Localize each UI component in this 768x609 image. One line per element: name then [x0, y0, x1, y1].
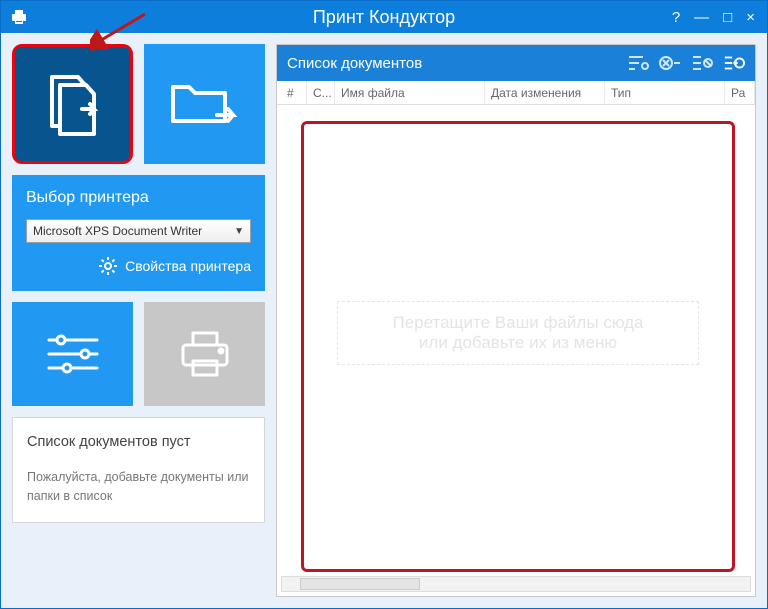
status-title: Список документов пуст — [27, 434, 250, 450]
printer-properties-link[interactable]: Свойства принтера — [26, 257, 251, 275]
gear-icon — [99, 257, 117, 275]
status-panel: Список документов пуст Пожалуйста, добав… — [12, 417, 265, 523]
document-list-header: Список документов — [277, 45, 755, 81]
printer-properties-label: Свойства принтера — [125, 258, 251, 274]
app-window: Принт Кондуктор ? — □ × — [0, 0, 768, 609]
col-size[interactable]: Ра — [725, 81, 755, 104]
printer-panel: Выбор принтера Microsoft XPS Document Wr… — [12, 175, 265, 291]
horizontal-scrollbar[interactable] — [281, 576, 751, 592]
drop-hint-line1: Перетащите Ваши файлы сюда — [392, 313, 643, 333]
printer-selected-value: Microsoft XPS Document Writer — [33, 224, 202, 238]
col-number[interactable]: # — [281, 81, 307, 104]
add-folder-tile[interactable] — [144, 44, 265, 164]
remove-all-icon[interactable] — [691, 52, 713, 74]
drop-hint-line2: или добавьте их из меню — [419, 333, 617, 353]
printer-heading: Выбор принтера — [26, 189, 251, 207]
secondary-tiles — [12, 302, 265, 406]
col-type[interactable]: Тип — [605, 81, 725, 104]
window-controls: ? — □ × — [672, 9, 767, 26]
col-date[interactable]: Дата изменения — [485, 81, 605, 104]
main-tiles — [12, 44, 265, 164]
help-button[interactable]: ? — [672, 9, 680, 26]
document-drop-area[interactable]: Перетащите Ваши файлы сюда или добавьте … — [277, 105, 755, 596]
col-status[interactable]: С... — [307, 81, 335, 104]
chevron-down-icon: ▼ — [234, 226, 244, 237]
document-list-panel: Список документов — [276, 44, 756, 597]
left-panel: Выбор принтера Microsoft XPS Document Wr… — [1, 33, 276, 608]
window-title: Принт Кондуктор — [313, 7, 455, 28]
document-list-title: Список документов — [287, 55, 422, 72]
filter-icon[interactable] — [627, 52, 649, 74]
close-button[interactable]: × — [746, 9, 755, 26]
printer-select[interactable]: Microsoft XPS Document Writer ▼ — [26, 219, 251, 243]
scrollbar-thumb[interactable] — [300, 578, 420, 590]
maximize-button[interactable]: □ — [723, 9, 732, 26]
status-body: Пожалуйста, добавьте документы или папки… — [27, 468, 250, 506]
column-headers: # С... Имя файла Дата изменения Тип Ра — [277, 81, 755, 105]
document-list-toolbar — [627, 52, 745, 74]
add-documents-tile[interactable] — [12, 44, 133, 164]
right-panel: Список документов — [276, 33, 767, 608]
col-name[interactable]: Имя файла — [335, 81, 485, 104]
remove-selected-icon[interactable] — [659, 52, 681, 74]
print-tile[interactable] — [144, 302, 265, 406]
app-body: Выбор принтера Microsoft XPS Document Wr… — [1, 33, 767, 608]
titlebar: Принт Кондуктор ? — □ × — [1, 1, 767, 33]
app-icon — [9, 7, 29, 27]
settings-tile[interactable] — [12, 302, 133, 406]
select-all-icon[interactable] — [723, 52, 745, 74]
minimize-button[interactable]: — — [694, 9, 709, 26]
drop-hint: Перетащите Ваши файлы сюда или добавьте … — [337, 301, 699, 365]
